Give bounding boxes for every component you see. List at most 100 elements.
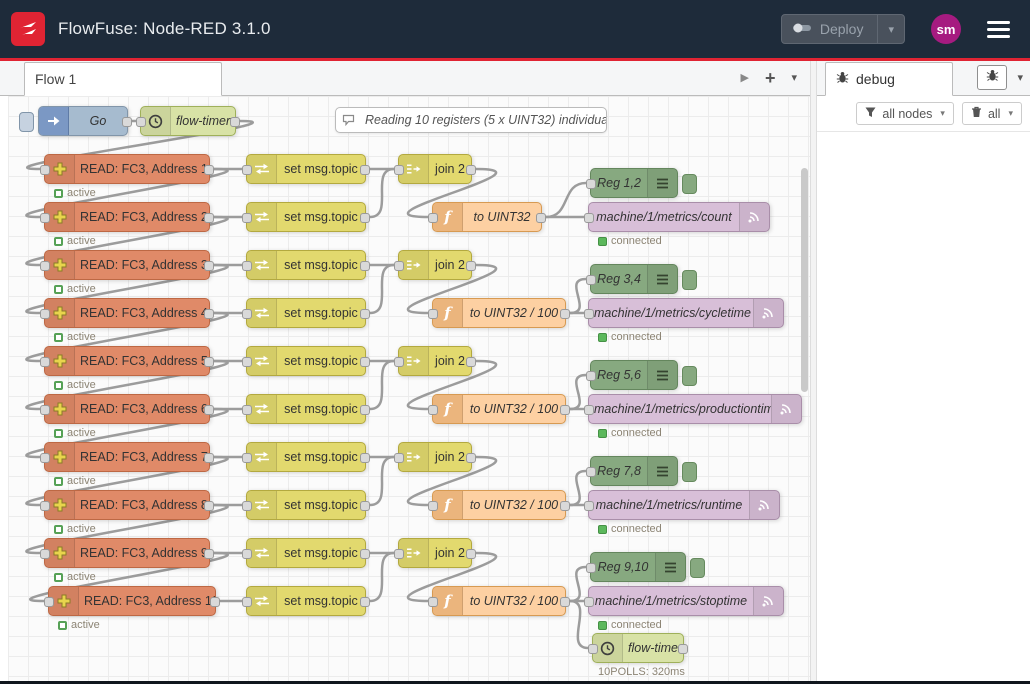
output-port[interactable] bbox=[360, 597, 370, 607]
main-menu-button[interactable] bbox=[983, 17, 1014, 42]
output-port[interactable] bbox=[204, 261, 214, 271]
node-func-1[interactable]: fto UINT32 bbox=[432, 202, 542, 232]
input-port[interactable] bbox=[428, 213, 438, 223]
input-port[interactable] bbox=[40, 213, 50, 223]
output-port[interactable] bbox=[360, 165, 370, 175]
output-port[interactable] bbox=[466, 261, 476, 271]
flow-list-caret[interactable]: ▾ bbox=[791, 71, 797, 84]
node-read-8[interactable]: READ: FC3, Address 8 bbox=[44, 490, 210, 520]
input-port[interactable] bbox=[428, 309, 438, 319]
debug-toggle-button[interactable] bbox=[682, 174, 697, 194]
input-port[interactable] bbox=[428, 405, 438, 415]
node-read-2[interactable]: READ: FC3, Address 2 bbox=[44, 202, 210, 232]
debug-toggle-button[interactable] bbox=[682, 462, 697, 482]
node-func-5[interactable]: fto UINT32 / 100 bbox=[432, 586, 566, 616]
input-port[interactable] bbox=[394, 165, 404, 175]
node-read-1[interactable]: READ: FC3, Address 1 bbox=[44, 154, 210, 184]
output-port[interactable] bbox=[204, 357, 214, 367]
output-port[interactable] bbox=[560, 309, 570, 319]
node-mqtt-1[interactable]: machine/1/metrics/count bbox=[588, 202, 770, 232]
node-join-3[interactable]: join 2 bbox=[398, 346, 472, 376]
input-port[interactable] bbox=[588, 644, 598, 654]
node-read-10[interactable]: READ: FC3, Address 10 bbox=[48, 586, 216, 616]
debug-clear-button[interactable]: all ▾ bbox=[962, 102, 1022, 125]
node-read-4[interactable]: READ: FC3, Address 4 bbox=[44, 298, 210, 328]
output-port[interactable] bbox=[230, 117, 240, 127]
input-port[interactable] bbox=[242, 549, 252, 559]
input-port[interactable] bbox=[242, 261, 252, 271]
output-port[interactable] bbox=[466, 165, 476, 175]
output-port[interactable] bbox=[360, 309, 370, 319]
canvas-scrollbar[interactable] bbox=[801, 168, 808, 392]
input-port[interactable] bbox=[428, 501, 438, 511]
input-port[interactable] bbox=[394, 453, 404, 463]
node-read-3[interactable]: READ: FC3, Address 3 bbox=[44, 250, 210, 280]
debug-toggle-button[interactable] bbox=[682, 270, 697, 290]
debug-toggle-button[interactable] bbox=[682, 366, 697, 386]
input-port[interactable] bbox=[242, 501, 252, 511]
input-port[interactable] bbox=[40, 453, 50, 463]
sidebar-tabs-caret[interactable]: ▾ bbox=[1017, 71, 1023, 84]
tab-debug[interactable]: debug bbox=[825, 62, 953, 96]
node-mqtt-5[interactable]: machine/1/metrics/stoptime bbox=[588, 586, 784, 616]
node-set-8[interactable]: set msg.topic bbox=[246, 490, 366, 520]
output-port[interactable] bbox=[536, 213, 546, 223]
output-port[interactable] bbox=[560, 597, 570, 607]
node-inject-go[interactable]: Go bbox=[38, 106, 128, 136]
output-port[interactable] bbox=[466, 549, 476, 559]
node-debug-4[interactable]: Reg 7,8 bbox=[590, 456, 678, 486]
node-set-5[interactable]: set msg.topic bbox=[246, 346, 366, 376]
node-debug-1[interactable]: Reg 1,2 bbox=[590, 168, 678, 198]
input-port[interactable] bbox=[40, 357, 50, 367]
node-timer-top[interactable]: flow-timer bbox=[140, 106, 236, 136]
input-port[interactable] bbox=[586, 179, 596, 189]
node-debug-5[interactable]: Reg 9,10 bbox=[590, 552, 686, 582]
output-port[interactable] bbox=[560, 501, 570, 511]
node-read-9[interactable]: READ: FC3, Address 9 bbox=[44, 538, 210, 568]
node-mqtt-3[interactable]: machine/1/metrics/productiontime bbox=[588, 394, 802, 424]
output-port[interactable] bbox=[204, 405, 214, 415]
input-port[interactable] bbox=[242, 309, 252, 319]
node-set-6[interactable]: set msg.topic bbox=[246, 394, 366, 424]
output-port[interactable] bbox=[360, 453, 370, 463]
flow-canvas[interactable]: Go flow-timer Reading 10 registers (5 x UI… bbox=[8, 96, 810, 681]
input-port[interactable] bbox=[586, 275, 596, 285]
input-port[interactable] bbox=[40, 549, 50, 559]
output-port[interactable] bbox=[360, 549, 370, 559]
input-port[interactable] bbox=[40, 261, 50, 271]
output-port[interactable] bbox=[204, 549, 214, 559]
node-set-4[interactable]: set msg.topic bbox=[246, 298, 366, 328]
node-comment-1[interactable]: Reading 10 registers (5 x UINT32) indivi… bbox=[335, 107, 607, 133]
open-debug-window-button[interactable] bbox=[977, 65, 1007, 90]
output-port[interactable] bbox=[466, 453, 476, 463]
play-icon[interactable]: ▶ bbox=[740, 71, 748, 84]
node-read-7[interactable]: READ: FC3, Address 7 bbox=[44, 442, 210, 472]
node-set-3[interactable]: set msg.topic bbox=[246, 250, 366, 280]
input-port[interactable] bbox=[394, 549, 404, 559]
debug-toggle-button[interactable] bbox=[690, 558, 705, 578]
deploy-button[interactable]: Deploy ▾ bbox=[781, 14, 905, 44]
input-port[interactable] bbox=[428, 597, 438, 607]
node-join-2[interactable]: join 2 bbox=[398, 250, 472, 280]
output-port[interactable] bbox=[204, 501, 214, 511]
tab-flow-1[interactable]: Flow 1 bbox=[24, 62, 222, 96]
node-read-5[interactable]: READ: FC3, Address 5 bbox=[44, 346, 210, 376]
output-port[interactable] bbox=[560, 405, 570, 415]
node-mqtt-2[interactable]: machine/1/metrics/cycletime bbox=[588, 298, 784, 328]
input-port[interactable] bbox=[584, 501, 594, 511]
input-port[interactable] bbox=[40, 405, 50, 415]
input-port[interactable] bbox=[136, 117, 146, 127]
input-port[interactable] bbox=[394, 261, 404, 271]
input-port[interactable] bbox=[242, 213, 252, 223]
output-port[interactable] bbox=[204, 453, 214, 463]
deploy-options-caret[interactable]: ▾ bbox=[888, 23, 894, 36]
sidebar-splitter[interactable] bbox=[810, 61, 817, 681]
node-join-5[interactable]: join 2 bbox=[398, 538, 472, 568]
input-port[interactable] bbox=[584, 213, 594, 223]
output-port[interactable] bbox=[204, 309, 214, 319]
input-port[interactable] bbox=[584, 597, 594, 607]
output-port[interactable] bbox=[360, 405, 370, 415]
node-set-10[interactable]: set msg.topic bbox=[246, 586, 366, 616]
node-join-1[interactable]: join 2 bbox=[398, 154, 472, 184]
node-set-9[interactable]: set msg.topic bbox=[246, 538, 366, 568]
